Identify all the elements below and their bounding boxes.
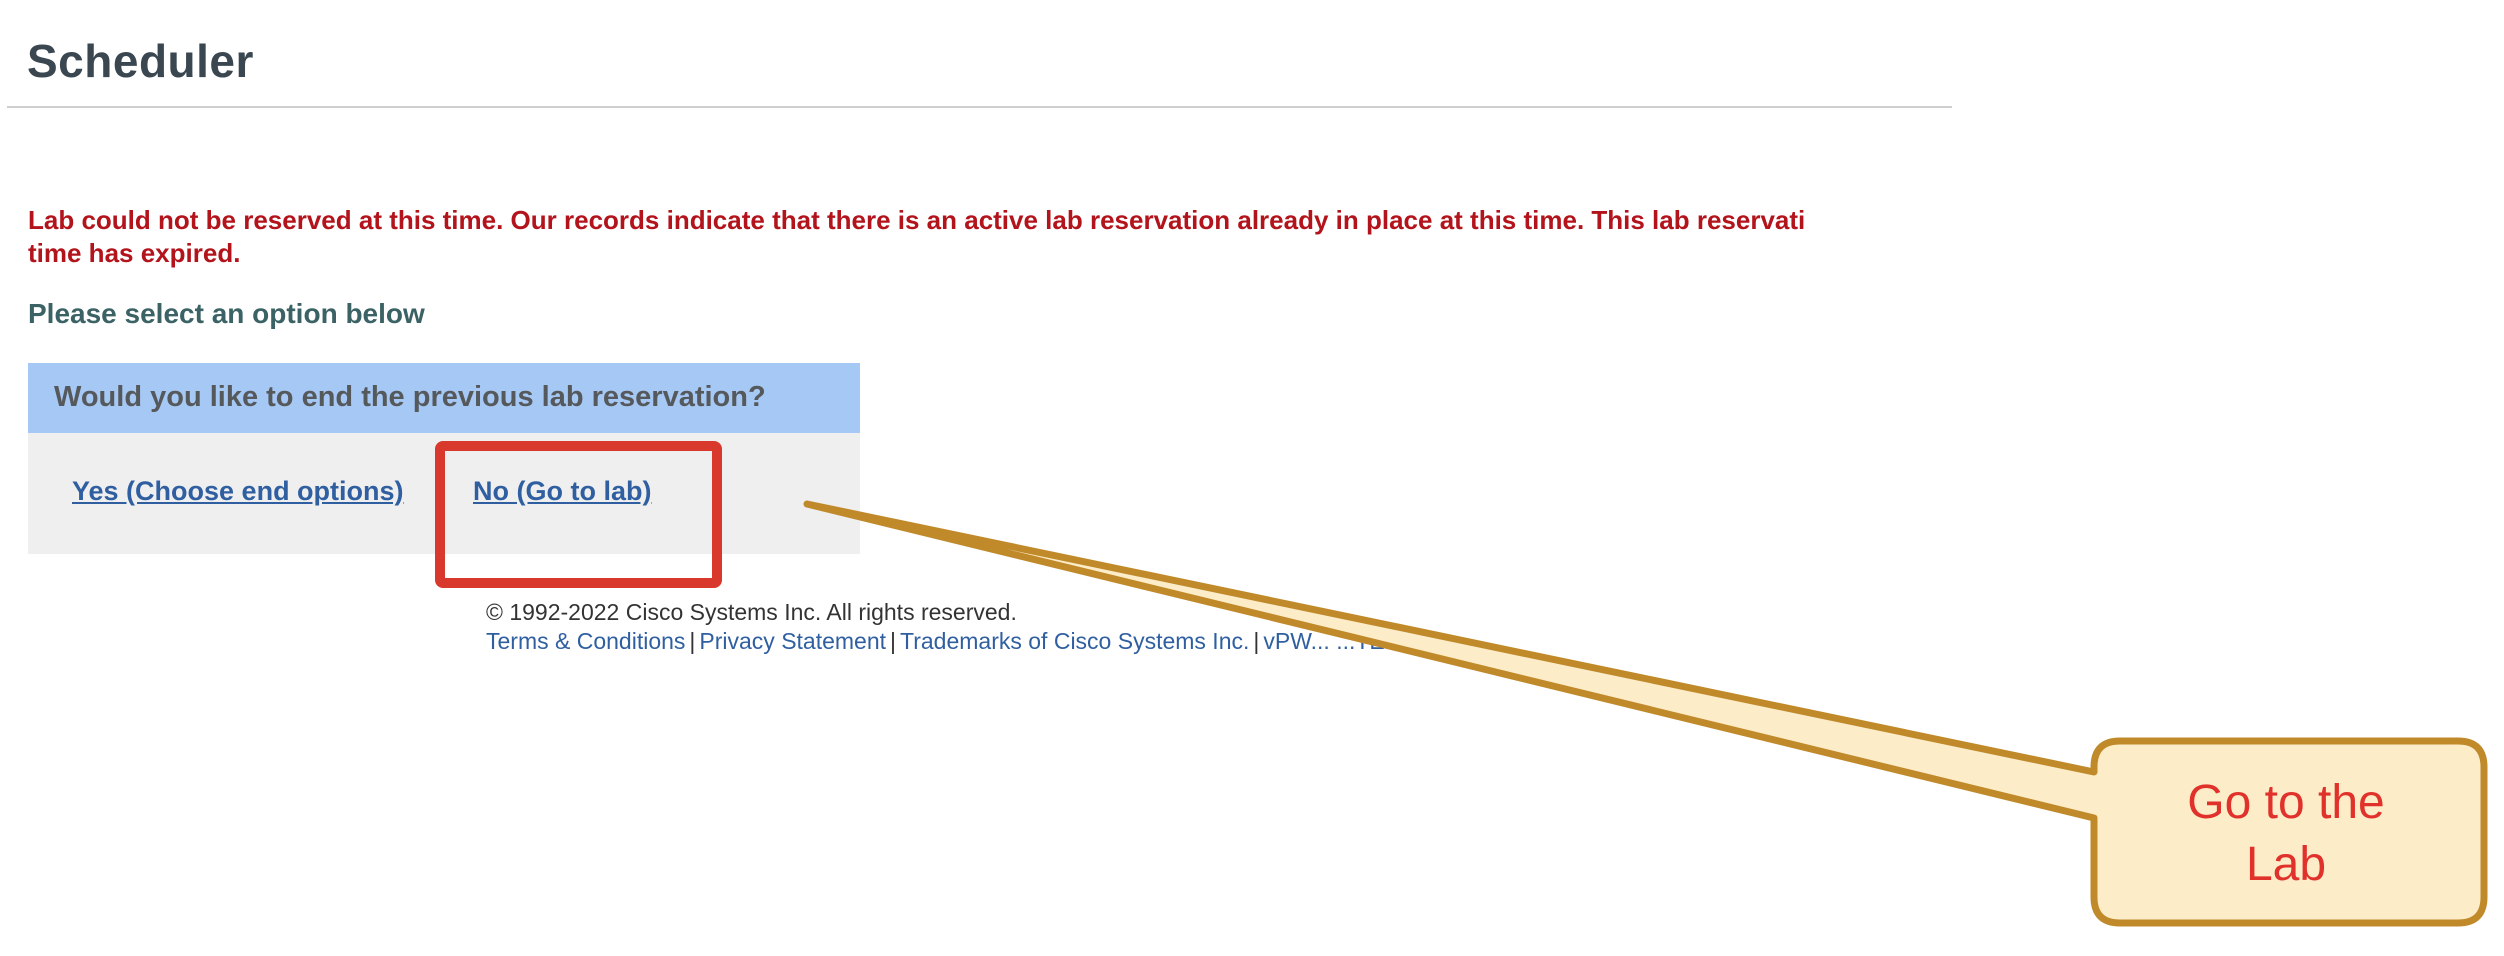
privacy-statement-link[interactable]: Privacy Statement — [699, 628, 886, 654]
callout-label: Go to the Lab — [2094, 772, 2478, 896]
error-message-line-2: time has expired. — [28, 238, 241, 268]
error-message-line-1: Lab could not be reserved at this time. … — [28, 205, 1806, 235]
footer-separator: | — [1253, 628, 1260, 654]
terms-conditions-link[interactable]: Terms & Conditions — [486, 628, 685, 654]
callout-label-line-2: Lab — [2245, 838, 2327, 891]
footer-separator: | — [689, 628, 696, 654]
footer-separator: | — [890, 628, 897, 654]
error-message: Lab could not be reserved at this time. … — [28, 204, 1952, 270]
content-area: Scheduler Lab could not be reserved at t… — [0, 0, 1952, 956]
dialog-question: Would you like to end the previous lab r… — [54, 381, 766, 413]
copyright-text: © 1992-2022 Cisco Systems Inc. All right… — [486, 599, 1017, 625]
page-title: Scheduler — [27, 35, 254, 87]
select-option-prompt: Please select an option below — [28, 298, 425, 329]
dialog-header: Would you like to end the previous lab r… — [28, 363, 860, 433]
title-divider — [7, 106, 1952, 108]
trademarks-link[interactable]: Trademarks of Cisco Systems Inc. — [900, 628, 1249, 654]
highlight-annotation-box — [435, 441, 722, 588]
footer-links: Terms & Conditions | Privacy Statement | Tra… — [486, 627, 1407, 656]
yes-choose-end-options-link[interactable]: Yes (Choose end options) — [72, 476, 404, 507]
version-link[interactable]: vPW... ...TE E — [1263, 628, 1406, 654]
callout-label-line-1: Go to the — [2187, 776, 2385, 829]
footer: © 1992-2022 Cisco Systems Inc. All right… — [486, 598, 1407, 656]
